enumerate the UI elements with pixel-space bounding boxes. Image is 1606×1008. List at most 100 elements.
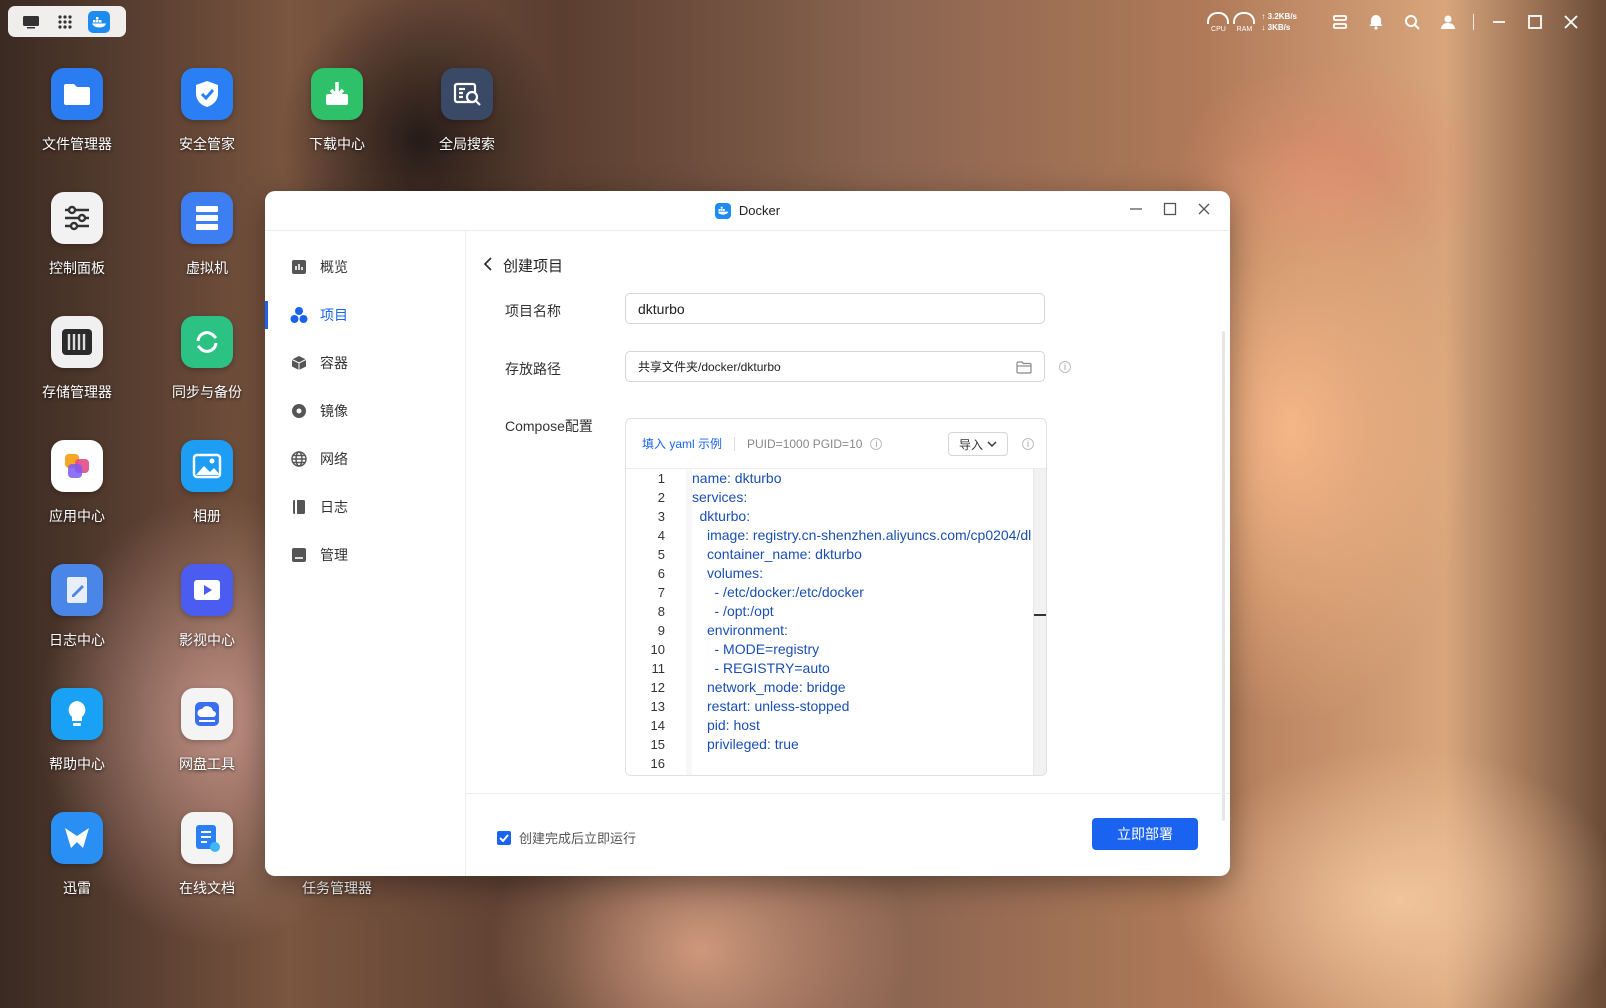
minimize-icon[interactable]: [1488, 11, 1510, 33]
yaml-key: environment:: [707, 622, 788, 638]
window-maximize-icon[interactable]: [1162, 201, 1178, 217]
photo-icon: [181, 440, 233, 492]
video-icon: [181, 564, 233, 616]
code-line: environment:: [692, 621, 1034, 640]
desktop-app-file-manager[interactable]: 文件管理器: [17, 68, 137, 154]
import-info-icon[interactable]: i: [1022, 438, 1034, 450]
virtual-machine-icon: [181, 192, 233, 244]
app-label: 应用中心: [49, 508, 105, 524]
path-info-icon[interactable]: i: [1059, 361, 1071, 373]
code-line: privileged: true: [692, 735, 1034, 754]
close-icon[interactable]: [1560, 11, 1582, 33]
desktop-app-vm[interactable]: 虚拟机: [147, 192, 267, 278]
line-number: 10: [650, 642, 665, 657]
back-button[interactable]: 创建项目: [483, 255, 563, 276]
app-label: 文件管理器: [42, 136, 112, 152]
desktop-app-cloud-drive-tools[interactable]: 网盘工具: [147, 688, 267, 774]
resource-monitor[interactable]: CPU RAM ↑ 3.2KB/s ↓ 3KB/s: [1207, 11, 1297, 33]
editor-scrollbar[interactable]: [1033, 469, 1046, 775]
storage-path-label: 存放路径: [505, 361, 561, 377]
nav-projects[interactable]: 项目: [265, 291, 465, 339]
storage-path-input[interactable]: 共享文件夹/docker/dkturbo: [625, 351, 1045, 382]
scroll-marker: [1034, 614, 1046, 616]
yaml-key: privileged:: [707, 736, 771, 752]
manage-icon: [290, 546, 308, 564]
desktop-app-security[interactable]: 安全管家: [147, 68, 267, 154]
desktop-app-thunder[interactable]: 迅雷: [17, 812, 137, 898]
folder-icon[interactable]: [1016, 360, 1032, 374]
yaml-key: - /opt:/opt: [714, 603, 774, 619]
window-close-icon[interactable]: [1196, 201, 1212, 217]
desktop-app-help-center[interactable]: 帮助中心: [17, 688, 137, 774]
app-grid-icon[interactable]: [54, 11, 76, 33]
run-after-create-checkbox[interactable]: 创建完成后立即运行: [497, 828, 636, 847]
desktop-app-log-center[interactable]: 日志中心: [17, 564, 137, 650]
nav-logs[interactable]: 日志: [265, 483, 465, 531]
app-label: 安全管家: [179, 136, 235, 152]
line-number: 15: [650, 737, 665, 752]
nav-label: 概览: [320, 259, 348, 275]
line-number: 12: [650, 680, 665, 695]
fill-yaml-example-link[interactable]: 填入 yaml 示例: [642, 435, 722, 452]
download-speed: ↓ 3KB/s: [1261, 23, 1291, 32]
show-desktop-icon[interactable]: [20, 11, 42, 33]
code-line: services:: [692, 488, 1034, 507]
panel-scrollbar[interactable]: [1222, 331, 1225, 821]
server-icon[interactable]: [1329, 11, 1351, 33]
yaml-code-editor[interactable]: 1 2 3 4 5 6 7 8 9 10 11 12 13 14 15 16 name: dkturbo ser…: [626, 469, 1046, 775]
window-title: Docker: [738, 203, 781, 218]
yaml-value: dkturbo: [811, 546, 862, 562]
deploy-now-button[interactable]: 立即部署: [1092, 818, 1198, 850]
yaml-key: - /etc/docker:/etc/docker: [714, 584, 864, 600]
nav-overview[interactable]: 概览: [265, 243, 465, 291]
env-info-icon[interactable]: i: [870, 437, 883, 450]
docker-window: Docker 概览 项目 容器 镜像 网络 日志 管理 创建项目 项目名称 dk…: [265, 191, 1230, 876]
project-name-label: 项目名称: [505, 303, 561, 319]
compose-toolbar: 填入 yaml 示例 PUID=1000 PGID=10 i 导入 i: [626, 419, 1046, 469]
nav-label: 管理: [320, 547, 348, 563]
nav-network[interactable]: 网络: [265, 435, 465, 483]
yaml-key: network_mode:: [707, 679, 803, 695]
code-area[interactable]: name: dkturbo services: dkturbo: image: reg…: [692, 469, 1034, 775]
nav-images[interactable]: 镜像: [265, 387, 465, 435]
import-dropdown[interactable]: 导入: [948, 432, 1008, 456]
line-number: 13: [650, 699, 665, 714]
yaml-key: volumes:: [707, 565, 764, 581]
yaml-value: registry.cn-shenzhen.aliyuncs.com/cp0204…: [749, 527, 1032, 543]
maximize-icon[interactable]: [1524, 11, 1546, 33]
app-label: 控制面板: [49, 260, 105, 276]
yaml-value: dkturbo: [730, 470, 782, 486]
desktop-app-sync-backup[interactable]: 同步与备份: [147, 316, 267, 402]
line-number: 16: [650, 756, 665, 771]
search-icon[interactable]: [1401, 11, 1423, 33]
desktop-app-video-center[interactable]: 影视中心: [147, 564, 267, 650]
desktop-app-storage-manager[interactable]: 存储管理器: [17, 316, 137, 402]
checkbox-checked-icon: [497, 830, 511, 845]
bell-icon[interactable]: [1365, 11, 1387, 33]
project-name-input[interactable]: dkturbo: [625, 293, 1045, 324]
window-minimize-icon[interactable]: [1128, 201, 1144, 217]
projects-icon: [290, 306, 308, 324]
nav-manage[interactable]: 管理: [265, 531, 465, 579]
line-number: 6: [657, 566, 665, 581]
docker-taskbar-icon[interactable]: [88, 10, 110, 33]
thunder-bird-icon: [51, 812, 103, 864]
env-hint: PUID=1000 PGID=10: [747, 436, 863, 451]
code-line: - /opt:/opt: [692, 602, 1034, 621]
docker-logo-icon: [714, 202, 731, 219]
yaml-value: unless-stopped: [750, 698, 850, 714]
import-label: 导入: [958, 437, 983, 452]
user-icon[interactable]: [1437, 11, 1459, 33]
chevron-down-icon: [987, 437, 997, 451]
desktop-app-global-search[interactable]: 全局搜索: [407, 68, 527, 154]
control-panel-icon: [51, 192, 103, 244]
desktop-app-control-panel[interactable]: 控制面板: [17, 192, 137, 278]
desktop-app-app-center[interactable]: 应用中心: [17, 440, 137, 526]
desktop-app-download-center[interactable]: 下载中心: [277, 68, 397, 154]
sync-icon: [181, 316, 233, 368]
yaml-value: true: [770, 736, 799, 752]
desktop-app-online-docs[interactable]: 在线文档: [147, 812, 267, 898]
line-number: 2: [657, 490, 665, 505]
desktop-app-photos[interactable]: 相册: [147, 440, 267, 526]
nav-containers[interactable]: 容器: [265, 339, 465, 387]
